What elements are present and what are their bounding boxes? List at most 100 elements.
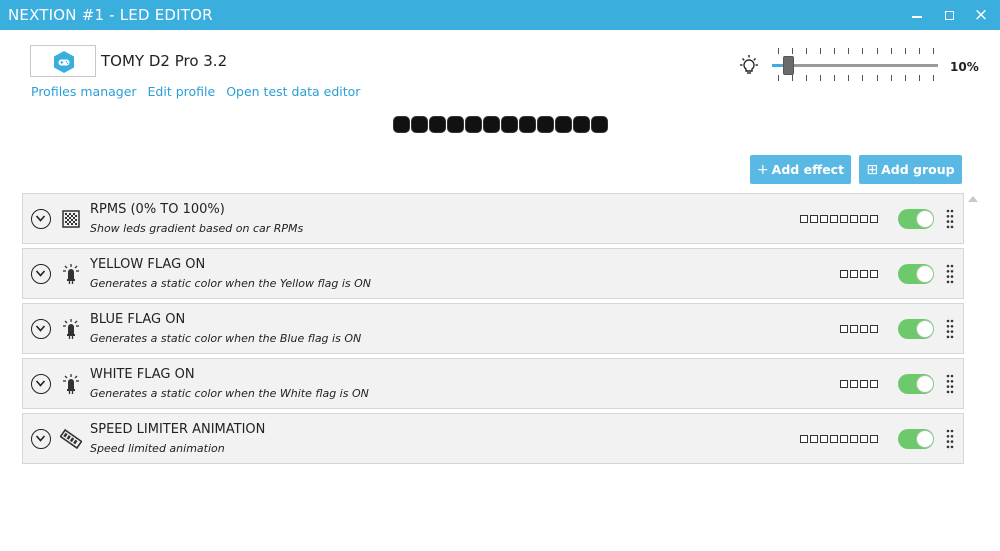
slider-tick bbox=[932, 75, 934, 81]
effect-led-preview bbox=[840, 380, 878, 388]
profile-links: Profiles manager Edit profile Open test … bbox=[31, 84, 367, 99]
effect-title: BLUE FLAG ON bbox=[90, 312, 186, 327]
effect-led-preview bbox=[840, 270, 878, 278]
minimize-button[interactable] bbox=[900, 0, 934, 30]
effect-enable-toggle[interactable] bbox=[898, 209, 934, 229]
preview-led bbox=[501, 116, 518, 133]
effect-led-slot bbox=[830, 215, 838, 223]
effect-enable-toggle[interactable] bbox=[898, 429, 934, 449]
effect-led-slot bbox=[870, 380, 878, 388]
profile-logo[interactable] bbox=[30, 45, 96, 77]
slider-tick bbox=[904, 48, 906, 54]
slider-tick bbox=[820, 75, 822, 81]
effect-title: WHITE FLAG ON bbox=[90, 367, 195, 382]
effect-row[interactable]: BLUE FLAG ON Generates a static color whe… bbox=[22, 303, 964, 354]
close-icon: × bbox=[973, 5, 989, 25]
plus-icon: + bbox=[756, 162, 769, 178]
gradient-grid-icon bbox=[60, 208, 82, 230]
effect-led-preview bbox=[840, 325, 878, 333]
slider-tick bbox=[834, 48, 836, 54]
effect-led-slot bbox=[800, 435, 808, 443]
slider-tick bbox=[778, 48, 779, 54]
preview-led bbox=[465, 116, 482, 133]
effect-led-slot bbox=[850, 270, 858, 278]
effect-led-slot bbox=[830, 435, 838, 443]
effect-led-slot bbox=[810, 215, 818, 223]
led-bulb-icon bbox=[60, 263, 82, 285]
effect-title: SPEED LIMITER ANIMATION bbox=[90, 422, 266, 437]
effects-list: RPMS (0% TO 100%) Show leds gradient base… bbox=[22, 193, 964, 468]
brightness-slider[interactable] bbox=[772, 48, 938, 82]
effect-led-slot bbox=[850, 435, 858, 443]
minimize-icon bbox=[912, 15, 922, 18]
effect-row[interactable]: SPEED LIMITER ANIMATION Speed limited ani… bbox=[22, 413, 964, 464]
open-test-data-editor-link[interactable]: Open test data editor bbox=[226, 84, 360, 99]
effect-led-slot bbox=[860, 380, 868, 388]
toggle-knob bbox=[916, 430, 934, 448]
expand-chevron-icon[interactable] bbox=[31, 209, 51, 229]
expand-chevron-icon[interactable] bbox=[31, 429, 51, 449]
effect-led-slot bbox=[840, 435, 848, 443]
slider-ticks-top bbox=[778, 48, 934, 54]
preview-led bbox=[573, 116, 590, 133]
gamepad-hex-icon bbox=[54, 51, 74, 73]
led-bulb-icon bbox=[60, 318, 82, 340]
drag-handle-icon[interactable] bbox=[946, 373, 954, 395]
effect-description: Show leds gradient based on car RPMs bbox=[90, 222, 304, 235]
preview-led bbox=[591, 116, 608, 133]
edit-profile-link[interactable]: Edit profile bbox=[148, 84, 216, 99]
effect-led-slot bbox=[810, 435, 818, 443]
expand-chevron-icon[interactable] bbox=[31, 319, 51, 339]
drag-handle-icon[interactable] bbox=[946, 318, 954, 340]
slider-thumb[interactable] bbox=[783, 56, 794, 75]
effect-led-preview bbox=[800, 215, 878, 223]
slider-ticks-bottom bbox=[778, 75, 934, 81]
slider-tick bbox=[876, 75, 878, 81]
title-bar: NEXTION #1 - LED EDITOR × bbox=[0, 0, 1000, 30]
expand-chevron-icon[interactable] bbox=[31, 374, 51, 394]
effect-led-slot bbox=[870, 325, 878, 333]
effect-enable-toggle[interactable] bbox=[898, 264, 934, 284]
slider-tick bbox=[792, 48, 794, 54]
effect-title: YELLOW FLAG ON bbox=[90, 257, 206, 272]
slider-tick bbox=[862, 48, 864, 54]
slider-tick bbox=[862, 75, 864, 81]
toggle-knob bbox=[916, 265, 934, 283]
effect-led-slot bbox=[860, 325, 868, 333]
slider-tick bbox=[890, 75, 892, 81]
scroll-up-arrow-icon[interactable] bbox=[968, 196, 978, 202]
preview-led bbox=[555, 116, 572, 133]
drag-handle-icon[interactable] bbox=[946, 428, 954, 450]
preview-led bbox=[483, 116, 500, 133]
add-effect-button[interactable]: + Add effect bbox=[750, 155, 851, 184]
close-button[interactable]: × bbox=[964, 0, 998, 30]
effect-enable-toggle[interactable] bbox=[898, 374, 934, 394]
effect-row[interactable]: YELLOW FLAG ON Generates a static color w… bbox=[22, 248, 964, 299]
slider-tick bbox=[806, 75, 808, 81]
maximize-button[interactable] bbox=[932, 0, 966, 30]
toggle-knob bbox=[916, 375, 934, 393]
effect-led-slot bbox=[870, 435, 878, 443]
effect-led-slot bbox=[840, 325, 848, 333]
add-group-button[interactable]: ⊞ Add group bbox=[859, 155, 962, 184]
effect-led-slot bbox=[870, 215, 878, 223]
window-title: NEXTION #1 - LED EDITOR bbox=[8, 6, 213, 24]
effect-description: Generates a static color when the Blue f… bbox=[90, 332, 362, 345]
slider-tick bbox=[918, 48, 920, 54]
drag-handle-icon[interactable] bbox=[946, 263, 954, 285]
profiles-manager-link[interactable]: Profiles manager bbox=[31, 84, 137, 99]
effect-row[interactable]: RPMS (0% TO 100%) Show leds gradient base… bbox=[22, 193, 964, 244]
add-group-label: Add group bbox=[881, 162, 955, 177]
effect-led-slot bbox=[800, 215, 808, 223]
slider-tick bbox=[890, 48, 892, 54]
effect-led-slot bbox=[840, 380, 848, 388]
effect-enable-toggle[interactable] bbox=[898, 319, 934, 339]
drag-handle-icon[interactable] bbox=[946, 208, 954, 230]
preview-led bbox=[537, 116, 554, 133]
slider-tick bbox=[848, 48, 850, 54]
effect-title: RPMS (0% TO 100%) bbox=[90, 202, 225, 217]
effect-led-slot bbox=[850, 380, 858, 388]
expand-chevron-icon[interactable] bbox=[31, 264, 51, 284]
effect-row[interactable]: WHITE FLAG ON Generates a static color wh… bbox=[22, 358, 964, 409]
group-icon: ⊞ bbox=[866, 162, 879, 178]
